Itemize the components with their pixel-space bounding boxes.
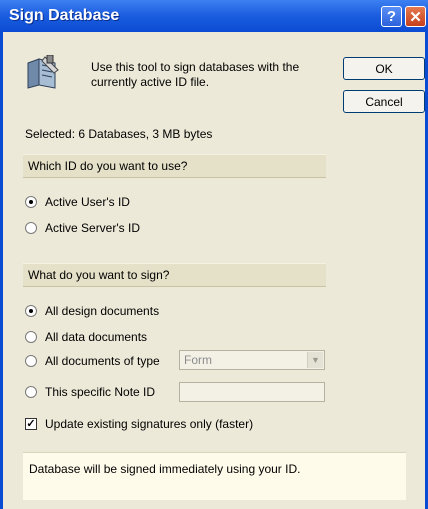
id-section-header: Which ID do you want to use? (23, 154, 326, 178)
radio-button[interactable] (25, 355, 37, 367)
radio-button-selected[interactable] (25, 196, 37, 208)
cancel-button[interactable]: Cancel (343, 90, 425, 113)
info-message: Database will be signed immediately usin… (29, 462, 301, 476)
radio-button-selected[interactable] (25, 305, 37, 317)
title-bar[interactable]: Sign Database ? ✕ (0, 0, 428, 32)
selection-summary: Selected: 6 Databases, 3 MB bytes (25, 127, 213, 141)
sign-database-dialog: Sign Database ? ✕ Use this tool to sign … (0, 0, 428, 509)
radio-all-documents-of-type[interactable]: All documents of type (25, 353, 160, 369)
radio-specific-note-id[interactable]: This specific Note ID (25, 384, 155, 400)
radio-active-server-id[interactable]: Active Server's ID (25, 220, 140, 236)
chevron-down-icon[interactable]: ▼ (307, 352, 323, 368)
radio-label: Active Server's ID (45, 221, 140, 235)
update-signatures-checkbox[interactable]: ✓ (25, 418, 37, 430)
radio-label: All design documents (45, 304, 160, 318)
description-text: Use this tool to sign databases with the… (91, 60, 300, 89)
checkbox-label: Update existing signatures only (faster) (45, 417, 254, 431)
note-id-input[interactable] (179, 382, 325, 402)
radio-all-design-documents[interactable]: All design documents (25, 303, 159, 319)
radio-label: This specific Note ID (45, 385, 156, 399)
radio-button[interactable] (25, 331, 37, 343)
radio-button[interactable] (25, 386, 37, 398)
dialog-body: Use this tool to sign databases with the… (0, 32, 428, 509)
help-button[interactable]: ? (381, 6, 402, 27)
document-type-value: Form (184, 353, 212, 367)
sign-database-icon (27, 55, 59, 89)
info-message-box: Database will be signed immediately usin… (23, 452, 406, 500)
close-button[interactable]: ✕ (405, 6, 426, 27)
radio-button[interactable] (25, 222, 37, 234)
window-title: Sign Database (9, 7, 120, 24)
radio-active-user-id[interactable]: Active User's ID (25, 194, 130, 210)
radio-label: All documents of type (45, 354, 160, 368)
document-type-select[interactable]: Form ▼ (179, 350, 325, 370)
update-signatures-checkbox-row[interactable]: ✓ Update existing signatures only (faste… (25, 416, 253, 432)
radio-label: Active User's ID (45, 195, 130, 209)
ok-button[interactable]: OK (343, 57, 425, 80)
sign-section-header: What do you want to sign? (23, 263, 326, 287)
radio-all-data-documents[interactable]: All data documents (25, 329, 147, 345)
radio-label: All data documents (45, 330, 148, 344)
